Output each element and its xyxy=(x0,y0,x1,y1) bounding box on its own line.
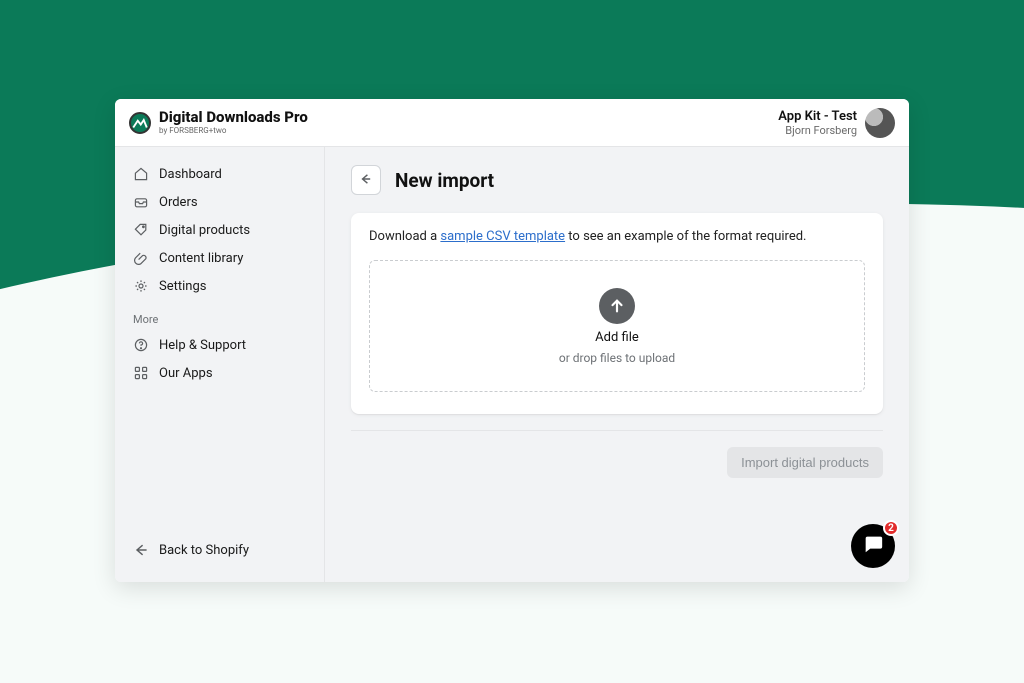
sample-csv-link[interactable]: sample CSV template xyxy=(440,229,565,244)
gear-icon xyxy=(133,278,149,294)
chat-icon xyxy=(862,533,884,559)
sidebar-item-our-apps[interactable]: Our Apps xyxy=(123,360,316,386)
brand-subtitle: by FORSBERG+two xyxy=(159,127,308,135)
user-name: Bjorn Forsberg xyxy=(778,124,857,137)
dropzone-subtitle: or drop files to upload xyxy=(559,351,675,365)
sidebar-item-label: Help & Support xyxy=(159,338,246,353)
apps-icon xyxy=(133,365,149,381)
sidebar-item-label: Settings xyxy=(159,279,206,294)
sidebar-item-digital-products[interactable]: Digital products xyxy=(123,217,316,243)
user-menu[interactable]: App Kit - Test Bjorn Forsberg xyxy=(778,108,895,138)
back-to-shopify-label: Back to Shopify xyxy=(159,543,249,558)
brand: Digital Downloads Pro by FORSBERG+two xyxy=(129,110,308,135)
back-to-shopify-link[interactable]: Back to Shopify xyxy=(123,532,316,568)
back-button[interactable] xyxy=(351,165,381,195)
dropzone-title: Add file xyxy=(595,330,639,345)
avatar xyxy=(865,108,895,138)
inbox-icon xyxy=(133,194,149,210)
tag-icon xyxy=(133,222,149,238)
sidebar: Dashboard Orders Digital products xyxy=(115,147,325,582)
arrow-left-icon xyxy=(359,172,373,189)
upload-icon xyxy=(599,288,635,324)
sidebar-item-settings[interactable]: Settings xyxy=(123,273,316,299)
sidebar-item-label: Dashboard xyxy=(159,167,222,182)
app-shell: Digital Downloads Pro by FORSBERG+two Ap… xyxy=(115,99,909,582)
main-content: New import Download a sample CSV templat… xyxy=(325,147,909,582)
sidebar-item-label: Our Apps xyxy=(159,366,213,381)
user-account: App Kit - Test xyxy=(778,109,857,124)
card-description: Download a sample CSV template to see an… xyxy=(369,229,865,244)
sidebar-item-orders[interactable]: Orders xyxy=(123,189,316,215)
sidebar-item-label: Content library xyxy=(159,251,243,266)
import-card: Download a sample CSV template to see an… xyxy=(351,213,883,414)
topbar: Digital Downloads Pro by FORSBERG+two Ap… xyxy=(115,99,909,147)
sidebar-section-more: More xyxy=(123,299,316,332)
brand-title: Digital Downloads Pro xyxy=(159,110,308,125)
chat-launcher[interactable]: 2 xyxy=(851,524,895,568)
file-dropzone[interactable]: Add file or drop files to upload xyxy=(369,260,865,392)
sidebar-item-content-library[interactable]: Content library xyxy=(123,245,316,271)
page-title: New import xyxy=(395,169,494,192)
sidebar-item-label: Orders xyxy=(159,195,198,210)
brand-logo-icon xyxy=(129,112,151,134)
home-icon xyxy=(133,166,149,182)
sidebar-item-help-support[interactable]: Help & Support xyxy=(123,332,316,358)
attachment-icon xyxy=(133,250,149,266)
help-icon xyxy=(133,337,149,353)
sidebar-item-dashboard[interactable]: Dashboard xyxy=(123,161,316,187)
arrow-left-icon xyxy=(133,542,149,558)
import-button[interactable]: Import digital products xyxy=(727,447,883,478)
divider xyxy=(351,430,883,431)
chat-badge: 2 xyxy=(883,520,899,536)
sidebar-item-label: Digital products xyxy=(159,223,250,238)
